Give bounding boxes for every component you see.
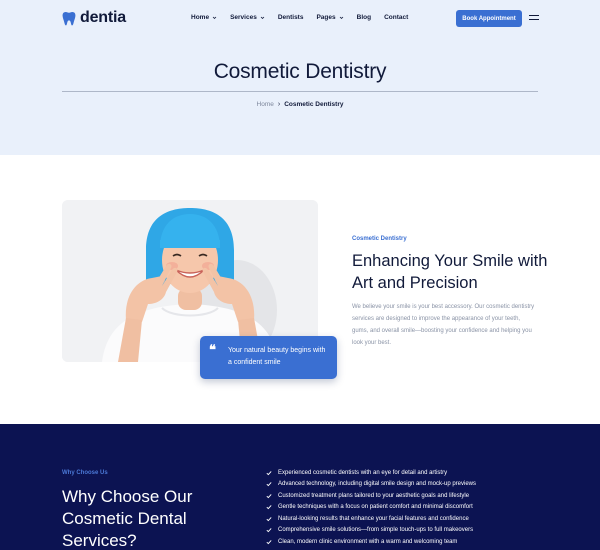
nav-item-services[interactable]: Services [230, 14, 265, 21]
brand-name: dentia [80, 9, 126, 26]
list-item-text: Clean, modern clinic environment with a … [278, 538, 458, 545]
list-item: Clean, modern clinic environment with a … [266, 536, 476, 548]
nav-item-label: Contact [384, 14, 409, 21]
check-icon [266, 493, 272, 498]
check-icon [266, 470, 272, 475]
nav-item-pages[interactable]: Pages [316, 14, 343, 21]
chevron-down-icon [212, 16, 217, 19]
why-label: Why Choose Us [62, 470, 108, 476]
nav-item-label: Pages [316, 14, 336, 21]
list-item: Comprehensive smile solutions—from simpl… [266, 525, 476, 537]
breadcrumb: Home › Cosmetic Dentistry [0, 101, 600, 108]
benefits-list: Experienced cosmetic dentists with an ey… [266, 467, 476, 548]
list-item-text: Comprehensive smile solutions—from simpl… [278, 527, 474, 534]
check-icon [266, 516, 272, 521]
list-item: Customized treatment plans tailored to y… [266, 490, 476, 502]
main-nav: Home Services Dentists Pages Blog Contac… [191, 14, 408, 21]
chevron-down-icon [260, 16, 265, 19]
chevron-down-icon [339, 16, 343, 19]
list-item: Gentle techniques with a focus on patien… [266, 502, 476, 514]
book-appointment-button[interactable]: Book Appointment [456, 10, 522, 27]
nav-item-label: Blog [356, 14, 372, 21]
nav-item-blog[interactable]: Blog [357, 14, 371, 21]
check-icon [266, 539, 272, 544]
breadcrumb-separator: › [277, 101, 281, 108]
why-heading: Why Choose Our Cosmetic Dental Services? [62, 487, 193, 550]
section-body: We believe your smile is your best acces… [352, 304, 535, 346]
section-label: Cosmetic Dentistry [352, 236, 407, 242]
hamburger-icon[interactable] [529, 14, 539, 21]
nav-item-dentists[interactable]: Dentists [278, 14, 304, 21]
site-logo[interactable]: dentia [62, 10, 126, 26]
quote-text: Your natural beauty begins with a confid… [228, 347, 326, 366]
title-divider [62, 91, 538, 92]
why-choose-us-section: Why Choose Us Why Choose Our Cosmetic De… [0, 424, 600, 550]
list-item: Natural-looking results that enhance you… [266, 513, 476, 525]
tooth-icon [62, 11, 76, 25]
section-heading: Enhancing Your Smile with Art and Precis… [352, 252, 548, 292]
list-item: Experienced cosmetic dentists with an ey… [266, 467, 476, 479]
nav-item-label: Dentists [277, 14, 304, 21]
list-item-text: Natural-looking results that enhance you… [278, 515, 469, 522]
list-item: Advanced technology, including digital s… [266, 479, 476, 491]
page-title: Cosmetic Dentistry [213, 60, 387, 83]
breadcrumb-home[interactable]: Home [257, 101, 274, 108]
list-item-text: Advanced technology, including digital s… [278, 481, 476, 488]
breadcrumb-current: Cosmetic Dentistry [284, 101, 344, 108]
list-item-text: Customized treatment plans tailored to y… [278, 492, 470, 499]
page-header: dentia Home Services Dentists Pages Blog… [0, 0, 600, 155]
nav-item-contact[interactable]: Contact [384, 14, 408, 21]
check-icon [266, 482, 272, 487]
check-icon [266, 505, 272, 510]
quote-card: ❝ Your natural beauty begins with a conf… [200, 336, 337, 379]
nav-item-home[interactable]: Home [191, 14, 217, 21]
check-icon [266, 528, 272, 533]
nav-item-label: Services [230, 14, 257, 21]
quote-icon: ❝ [209, 343, 216, 358]
list-item-text: Gentle techniques with a focus on patien… [278, 504, 473, 511]
list-item-text: Experienced cosmetic dentists with an ey… [278, 469, 448, 476]
nav-item-label: Home [191, 14, 210, 21]
